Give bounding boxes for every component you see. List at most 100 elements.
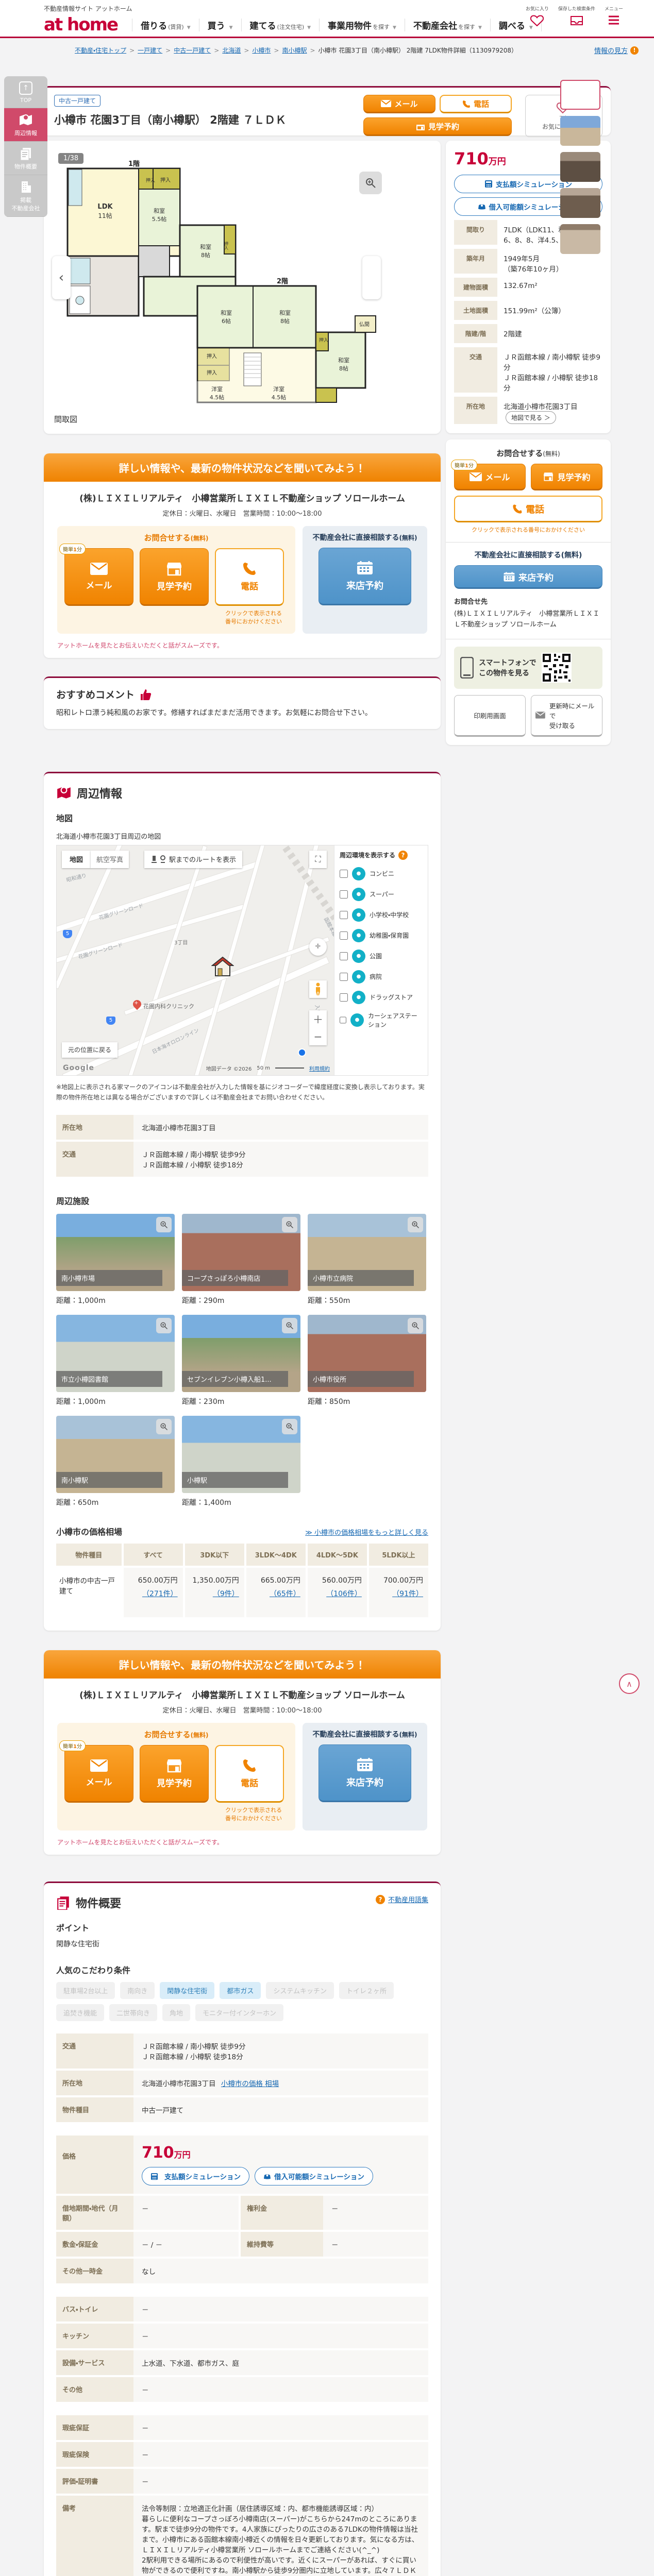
menu-button[interactable]: メニュー (605, 5, 623, 26)
loan-sim-button[interactable]: 借入可能額シミュレーション (254, 2167, 373, 2186)
legend-item[interactable]: ● ドラッグストア (340, 990, 423, 1004)
nav-item[interactable]: 買う ▼ (198, 18, 241, 31)
breadcrumb-link[interactable]: 小樽市 (252, 47, 271, 54)
count-link[interactable]: （65件） (251, 1588, 300, 1599)
legend-checkbox[interactable] (340, 1015, 346, 1024)
legend-checkbox[interactable] (340, 910, 348, 919)
photo-thumb-floorplan[interactable] (560, 80, 600, 110)
tel-button[interactable]: 電話 (454, 496, 602, 522)
rail-overview-button[interactable]: 物件概要 (4, 142, 47, 175)
pan-control[interactable]: ✛ (309, 938, 327, 956)
tel-button[interactable]: 電話 (215, 1745, 284, 1803)
nav-item[interactable]: 建てる (注文住宅) ▼ (241, 18, 320, 31)
tour-reserve-button[interactable]: 見学予約 (140, 548, 209, 606)
glossary-link[interactable]: ? 不動産用語集 (375, 1894, 428, 1904)
map-type-satellite[interactable]: 航空写真 (91, 850, 129, 868)
tour-reserve-button[interactable]: 見学予約 (531, 464, 602, 490)
magnifier-icon[interactable] (282, 1217, 297, 1233)
legend-item[interactable]: ● スーパー (340, 887, 423, 901)
facility-photo[interactable]: 南小樽市場 (56, 1214, 175, 1292)
photo-thumb[interactable] (560, 116, 600, 146)
athome-logo[interactable]: at home (44, 16, 119, 33)
update-mail-button[interactable]: 更新時にメールで 受け取る (531, 694, 602, 737)
mail-button[interactable]: メール (64, 1745, 133, 1803)
visit-reserve-button[interactable]: 来店予約 (454, 565, 602, 589)
nav-item[interactable]: 不動産会社 を探す ▼ (404, 18, 490, 31)
tel-button[interactable]: 電話 (215, 548, 284, 606)
legend-checkbox[interactable] (340, 993, 348, 1002)
photo-thumb[interactable] (560, 224, 600, 254)
google-map[interactable]: 昭和通り 花園グリーンロード 花園グリーンロード 3丁目 函館本線 入船通り 日… (56, 844, 428, 1076)
nav-item[interactable]: 事業用物件 を探す ▼ (319, 18, 405, 31)
nav-item[interactable]: 借りる (賃貸) ▼ (132, 18, 199, 31)
zoom-in-button[interactable] (359, 172, 382, 194)
magnifier-icon[interactable] (156, 1217, 172, 1233)
facility-photo[interactable]: コープさっぽろ小樽南店 (182, 1214, 300, 1292)
market-link[interactable]: 小樽市の価格 相場 (221, 2080, 279, 2088)
legend-checkbox[interactable] (340, 952, 348, 960)
back-to-top-button[interactable]: ∧ (619, 1673, 640, 1694)
fullscreen-button[interactable]: ⛶ (309, 850, 327, 868)
breadcrumb-link[interactable]: 南小樽駅 (282, 47, 307, 54)
route-to-station-button[interactable]: 駅までのルートを表示 (144, 850, 243, 868)
magnifier-icon[interactable] (282, 1318, 297, 1334)
facility-photo[interactable]: 小樽駅 (182, 1416, 300, 1494)
legend-item[interactable]: ● 幼稚園・保育園 (340, 928, 423, 942)
count-link[interactable]: （9件） (190, 1588, 239, 1599)
terms-link[interactable]: 利用規約 (309, 1064, 330, 1072)
visit-reserve-button[interactable]: 来店予約 (318, 548, 411, 605)
print-button[interactable]: 印刷用画面 (454, 694, 526, 737)
legend-item[interactable]: ● 公園 (340, 949, 423, 963)
map-type-map[interactable]: 地図 (62, 850, 91, 868)
tour-reserve-button[interactable]: 見学予約 (363, 117, 512, 136)
rail-area-button[interactable]: 周辺情報 (4, 108, 47, 142)
legend-item[interactable]: ● 小学校・中学校 (340, 908, 423, 922)
breadcrumb-link[interactable]: 一戸建て (138, 47, 162, 54)
facility-photo[interactable]: 小樽市立病院 (308, 1214, 426, 1292)
pegman-control[interactable] (309, 980, 327, 998)
facility-photo[interactable]: 南小樽駅 (56, 1416, 175, 1494)
facility-photo[interactable]: 市立小樽図書館 (56, 1315, 175, 1393)
saved-search-button[interactable]: 保存した検索条件 (558, 5, 595, 26)
tel-button[interactable]: 電話 (440, 95, 512, 113)
magnifier-icon[interactable] (156, 1419, 172, 1435)
legend-checkbox[interactable] (340, 890, 348, 899)
rail-company-button[interactable]: 掲載 不動産会社 (4, 175, 47, 217)
visit-reserve-button[interactable]: 来店予約 (318, 1744, 411, 1803)
help-icon[interactable]: ? (398, 850, 408, 860)
mail-button[interactable]: メール (363, 95, 435, 113)
rail-top-button[interactable]: ↑ TOP (4, 76, 47, 108)
magnifier-icon[interactable] (408, 1318, 423, 1334)
photo-thumb[interactable] (560, 188, 600, 218)
favorites-button[interactable]: お気に入り (526, 5, 549, 26)
zoom-control[interactable]: ＋ − (309, 1010, 327, 1045)
breadcrumb-link[interactable]: 中古一戸建て (174, 47, 211, 54)
market-more-link[interactable]: ≫ 小樽市の価格相場をもっと詳しく見る (305, 1527, 428, 1537)
legend-item[interactable]: ● カーシェアステーション (340, 1011, 423, 1029)
gallery-next-button[interactable] (362, 256, 381, 299)
legend-checkbox[interactable] (340, 931, 348, 940)
magnifier-icon[interactable] (408, 1217, 423, 1233)
gallery-prev-button[interactable]: ‹ (52, 256, 71, 299)
count-link[interactable]: （106件） (313, 1588, 362, 1599)
info-guide-link[interactable]: 情報の見方! (594, 45, 639, 55)
breadcrumb-link[interactable]: 不動産・住宅トップ (75, 47, 126, 54)
magnifier-icon[interactable] (156, 1318, 172, 1334)
mail-button[interactable]: メール (64, 548, 133, 606)
magnifier-icon[interactable] (282, 1419, 297, 1435)
legend-checkbox[interactable] (340, 972, 348, 981)
see-map-button[interactable]: 地図で見る ＞ (506, 411, 556, 424)
photo-thumb[interactable] (560, 152, 600, 182)
count-link[interactable]: （271件） (129, 1588, 178, 1599)
payment-sim-button[interactable]: 支払額シミュレーション (142, 2167, 249, 2186)
tour-reserve-button[interactable]: 見学予約 (140, 1745, 209, 1803)
facility-photo[interactable]: 小樽市役所 (308, 1315, 426, 1393)
legend-item[interactable]: ● コンビニ (340, 867, 423, 880)
reset-position-button[interactable]: 元の位置に戻る (62, 1042, 118, 1058)
legend-checkbox[interactable] (340, 869, 348, 878)
facility-photo[interactable]: セブンイレブン小樽入船1... (182, 1315, 300, 1393)
breadcrumb-link[interactable]: 北海道 (222, 47, 241, 54)
count-link[interactable]: （91件） (374, 1588, 423, 1599)
gallery-main-image[interactable]: 1/38 1階 LDK 11帖 和室 5.5帖 押入 押入 和室 8帖 押入 2… (51, 149, 385, 406)
legend-item[interactable]: ● 病院 (340, 970, 423, 984)
